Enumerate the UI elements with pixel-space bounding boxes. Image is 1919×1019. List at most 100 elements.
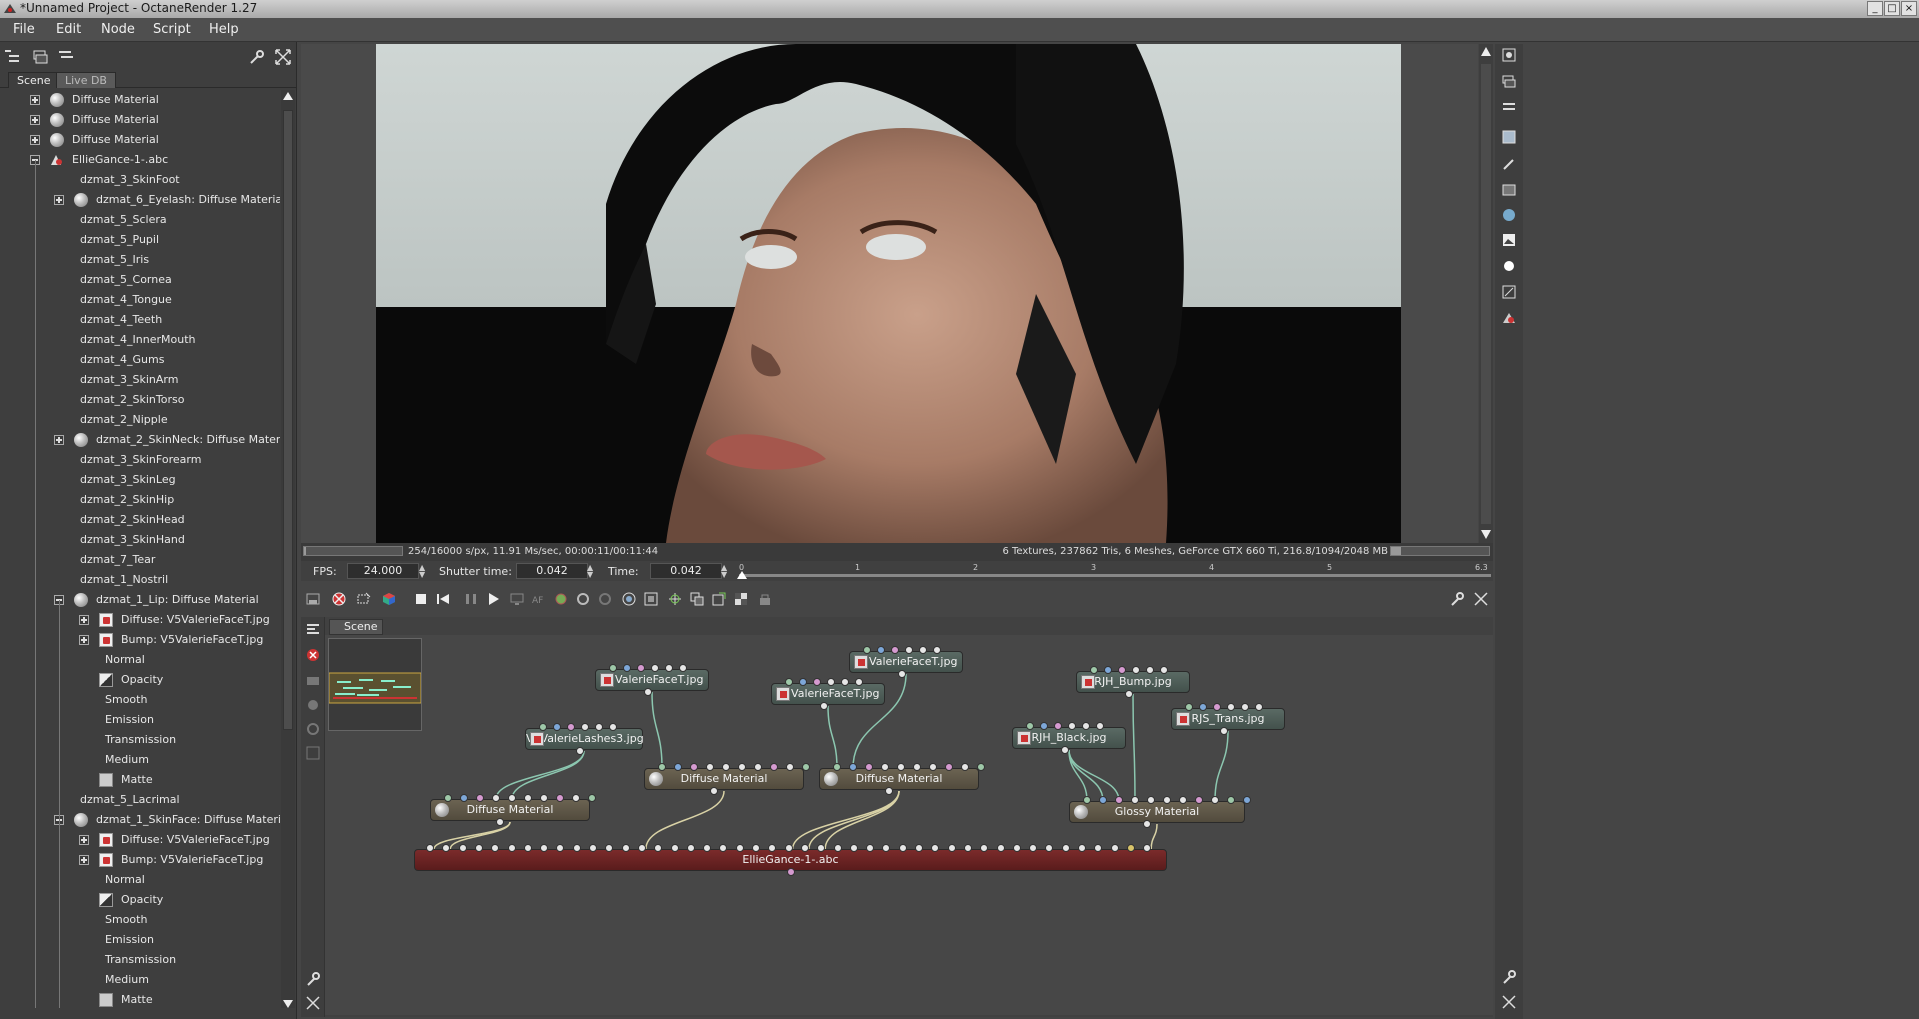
texture-icon[interactable] <box>1501 232 1517 248</box>
monitor-icon[interactable] <box>509 591 525 607</box>
node-pin[interactable] <box>800 844 809 852</box>
material-node[interactable]: Diffuse Material <box>819 768 979 790</box>
node-pin[interactable] <box>1243 796 1251 804</box>
node-pin[interactable] <box>444 794 452 802</box>
tree-item[interactable]: Medium <box>0 970 280 990</box>
tree-item[interactable]: Diffuse Material <box>0 130 280 150</box>
material-pick-icon[interactable] <box>597 591 613 607</box>
tree-item[interactable]: dzmat_3_SkinLeg <box>0 470 280 490</box>
wand-icon[interactable] <box>1501 156 1517 172</box>
node-pin[interactable] <box>898 670 906 678</box>
node-pin[interactable] <box>553 723 561 731</box>
node-pin[interactable] <box>492 794 500 802</box>
tree-item[interactable]: Opacity <box>0 670 280 690</box>
tree-item[interactable]: Matte <box>0 770 280 790</box>
expand-icon[interactable] <box>30 95 40 105</box>
time-input[interactable]: 0.042 <box>650 563 722 579</box>
tree-item[interactable]: dzmat_3_SkinFoot <box>0 170 280 190</box>
node-pin[interactable] <box>1090 666 1098 674</box>
node-pin[interactable] <box>690 763 698 771</box>
shutter-time-input[interactable]: 0.042 <box>516 563 588 579</box>
node-pin[interactable] <box>1220 727 1228 735</box>
node-pin[interactable] <box>770 763 778 771</box>
node-pin[interactable] <box>539 723 547 731</box>
node-pin[interactable] <box>572 844 581 852</box>
node-pin[interactable] <box>710 787 718 795</box>
node-pin[interactable] <box>1012 844 1021 852</box>
tree-item[interactable]: Diffuse Material <box>0 110 280 130</box>
material-node[interactable]: Glossy Material <box>1069 801 1245 823</box>
wrench-icon[interactable] <box>1449 591 1465 607</box>
minimize-button[interactable]: _ <box>1867 1 1883 16</box>
node-pin[interactable] <box>1146 666 1154 674</box>
node-pin[interactable] <box>1255 703 1263 711</box>
mesh-icon[interactable] <box>1501 310 1517 326</box>
node-pin[interactable] <box>1040 722 1048 730</box>
scroll-down-icon[interactable] <box>283 1000 293 1008</box>
texture-node[interactable]: RJH_Bump.jpg <box>1076 671 1190 693</box>
node-pin[interactable] <box>963 844 972 852</box>
color-picker-icon[interactable] <box>553 591 569 607</box>
material-node[interactable]: Diffuse Material <box>644 768 804 790</box>
node-pin[interactable] <box>1143 820 1151 828</box>
node-pin[interactable] <box>865 763 873 771</box>
tree-item[interactable]: dzmat_4_Gums <box>0 350 280 370</box>
tree-item[interactable]: dzmat_2_SkinNeck: Diffuse Material <box>0 430 280 450</box>
node-pin[interactable] <box>905 646 913 654</box>
region-render-icon[interactable] <box>356 591 372 607</box>
tree-item[interactable]: dzmat_4_Teeth <box>0 310 280 330</box>
node-pin[interactable] <box>1115 796 1123 804</box>
camera-icon[interactable] <box>621 591 637 607</box>
light-icon[interactable] <box>1501 258 1517 274</box>
tab-live-db[interactable]: Live DB <box>56 72 116 88</box>
fps-input[interactable]: 24.000 <box>347 563 419 579</box>
node-pin[interactable] <box>919 646 927 654</box>
node-pin[interactable] <box>507 844 516 852</box>
menu-help[interactable]: Help <box>209 22 239 37</box>
tree-item[interactable]: dzmat_1_Nostril <box>0 570 280 590</box>
node-pin[interactable] <box>474 844 483 852</box>
viewport-scrollbar[interactable] <box>1479 44 1493 543</box>
shutter-spin-arrows-icon[interactable]: ▲ ▼ <box>587 564 593 579</box>
tree-item[interactable]: Transmission <box>0 730 280 750</box>
tree-item[interactable]: Normal <box>0 870 280 890</box>
wrench-icon[interactable] <box>248 48 266 66</box>
node-pin[interactable] <box>1185 703 1193 711</box>
node-pin[interactable] <box>567 723 575 731</box>
wrench-icon[interactable] <box>305 971 321 987</box>
node-pin[interactable] <box>658 763 666 771</box>
tab-scene[interactable]: Scene <box>8 72 60 88</box>
node-icon[interactable] <box>305 673 321 689</box>
layout-icon[interactable] <box>305 745 321 761</box>
tree-item[interactable]: Smooth <box>0 910 280 930</box>
texture-node[interactable]: V5ValerieLashes3.jpg <box>525 728 644 750</box>
tree-item[interactable]: Diffuse: V5ValerieFaceT.jpg <box>0 830 280 850</box>
tree-item[interactable]: Medium <box>0 750 280 770</box>
timeline-track[interactable] <box>739 574 1491 577</box>
node-pin[interactable] <box>849 844 858 852</box>
tree-item[interactable]: EllieGance-1-.abc <box>0 150 280 170</box>
node-pin[interactable] <box>1241 703 1249 711</box>
stop-icon[interactable] <box>413 591 429 607</box>
menu-node[interactable]: Node <box>101 22 135 37</box>
node-pin[interactable] <box>897 763 905 771</box>
node-pin[interactable] <box>572 794 580 802</box>
texture-node[interactable]: V5ValerieFaceT.jpg <box>595 669 709 691</box>
expand-icon[interactable] <box>54 195 64 205</box>
maximize-button[interactable]: □ <box>1884 1 1900 16</box>
node-pin[interactable] <box>644 688 652 696</box>
tree-item[interactable]: Diffuse Material <box>0 90 280 110</box>
node-pin[interactable] <box>556 794 564 802</box>
node-pin[interactable] <box>929 763 937 771</box>
node-pin[interactable] <box>1227 703 1235 711</box>
tree-item[interactable]: dzmat_3_SkinForearm <box>0 450 280 470</box>
node-pin[interactable] <box>588 794 596 802</box>
node-pin[interactable] <box>540 794 548 802</box>
clay-render-icon[interactable] <box>331 591 347 607</box>
node-pin[interactable] <box>933 646 941 654</box>
node-pin[interactable] <box>1211 796 1219 804</box>
fullscreen-icon[interactable] <box>274 48 292 66</box>
node-pin[interactable] <box>833 844 842 852</box>
tree-item[interactable]: dzmat_5_Iris <box>0 250 280 270</box>
tree-item[interactable]: dzmat_3_SkinArm <box>0 370 280 390</box>
